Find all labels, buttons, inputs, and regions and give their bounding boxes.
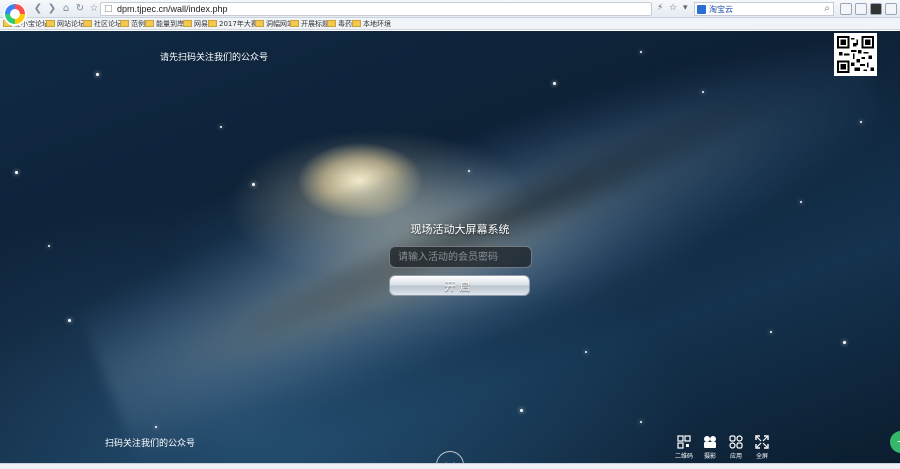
bookmark-item[interactable]: 网易 — [183, 19, 208, 29]
activity-code-input[interactable] — [389, 246, 532, 268]
bookmark-item[interactable]: 网站论坛 — [46, 19, 85, 29]
bookmark-item[interactable]: 2017年大赛 — [208, 19, 258, 29]
bookmark-item[interactable]: 洞幅网站 — [255, 19, 294, 29]
folder-icon — [352, 20, 361, 27]
folder-icon — [145, 20, 154, 27]
qr-code-button[interactable]: 二维码 — [672, 435, 696, 460]
qr-code-icon — [837, 36, 874, 73]
page-icon: □ — [104, 4, 113, 14]
favorite-icon[interactable]: ☆ — [88, 3, 100, 15]
folder-icon — [83, 20, 92, 27]
star — [468, 170, 470, 172]
bookmark-item[interactable]: 社区论坛 — [83, 19, 122, 29]
qr-top-label: 请先扫码关注我们的公众号 — [160, 53, 269, 63]
star — [48, 245, 50, 247]
star — [702, 91, 704, 93]
fullscreen-icon — [755, 435, 769, 449]
bookmark-item[interactable]: 范例 — [120, 19, 145, 29]
star — [800, 201, 802, 203]
star — [640, 51, 642, 53]
bookmark-item[interactable]: 开展标题 — [290, 19, 329, 29]
back-icon[interactable]: ❮ — [32, 3, 44, 15]
search-icon[interactable]: ⌕ — [824, 3, 830, 14]
user-icon[interactable] — [870, 3, 882, 15]
tools-icon[interactable] — [885, 3, 897, 15]
camera-icon — [704, 436, 716, 448]
star — [640, 421, 642, 423]
tool-label: 应用 — [729, 453, 742, 460]
address-bar[interactable]: □ dpm.tjpec.cn/wall/index.php — [100, 2, 652, 16]
status-bar — [0, 463, 900, 469]
folder-icon — [120, 20, 129, 27]
folder-icon — [183, 20, 192, 27]
address-text: dpm.tjpec.cn/wall/index.php — [117, 4, 228, 14]
tool-label: 摄影 — [703, 453, 716, 460]
qr-bottom-label: 扫码关注我们的公众号 — [105, 439, 196, 449]
system-title: 现场活动大屏幕系统 — [410, 223, 510, 236]
refresh-icon[interactable]: ↻ — [74, 3, 86, 15]
browser-logo-icon[interactable] — [3, 2, 27, 26]
star — [15, 171, 18, 174]
folder-icon — [46, 20, 55, 27]
star — [770, 331, 772, 333]
star — [220, 126, 222, 128]
bookmark-item[interactable]: 毒药 — [327, 19, 352, 29]
folder-icon — [208, 20, 217, 27]
search-engine-icon — [697, 5, 706, 14]
apps-icon — [729, 435, 743, 449]
qr-code — [834, 33, 877, 76]
qr-code-icon — [677, 435, 691, 449]
star — [860, 121, 862, 123]
star — [520, 409, 523, 412]
bookmarks-bar: 爱小宝论坛 网站论坛 社区论坛 范例 能量到岸 网易 2017年大赛 洞幅网站 … — [0, 18, 900, 30]
floating-action-icon[interactable]: + — [890, 431, 900, 453]
folder-icon — [327, 20, 336, 27]
mail-icon[interactable] — [855, 3, 867, 15]
search-engine-label: 淘宝云 — [709, 5, 733, 14]
folder-icon — [290, 20, 299, 27]
dropdown-icon[interactable]: ▾ — [683, 3, 688, 13]
bookmark-item[interactable]: 本地环境 — [352, 19, 391, 29]
browser-toolbar: ❮ ❯ ⌂ ↻ ☆ □ dpm.tjpec.cn/wall/index.php … — [0, 0, 900, 18]
star — [68, 319, 71, 322]
star — [843, 341, 846, 344]
open-button[interactable]: 开启 — [389, 275, 530, 296]
bookmark-item[interactable]: 能量到岸 — [145, 19, 184, 29]
wall-page: 请先扫码关注我们的公众号 现场活动大屏幕系统 开启 扫码关注我们的公众号 二维码… — [0, 31, 900, 469]
camera-button[interactable]: 摄影 — [698, 435, 722, 460]
tool-label: 二维码 — [674, 453, 693, 460]
fullscreen-button[interactable]: 全屏 — [750, 435, 774, 460]
bookmark-star-icon[interactable]: ☆ — [669, 3, 677, 13]
search-box[interactable]: 淘宝云 ⌕ — [694, 2, 834, 16]
folder-icon — [255, 20, 264, 27]
star — [585, 351, 587, 353]
apps-button[interactable]: 应用 — [724, 435, 748, 460]
forward-icon[interactable]: ❯ — [46, 3, 58, 15]
tool-label: 全屏 — [755, 453, 768, 460]
star — [155, 426, 157, 428]
star — [553, 82, 556, 85]
star — [252, 183, 255, 186]
wall-toolbar: 二维码 摄影 应用 全屏 — [672, 435, 782, 465]
star — [96, 73, 99, 76]
lightning-icon[interactable]: ⚡ — [657, 3, 663, 13]
home-icon[interactable]: ⌂ — [60, 3, 72, 15]
menu-icon[interactable] — [840, 3, 852, 15]
